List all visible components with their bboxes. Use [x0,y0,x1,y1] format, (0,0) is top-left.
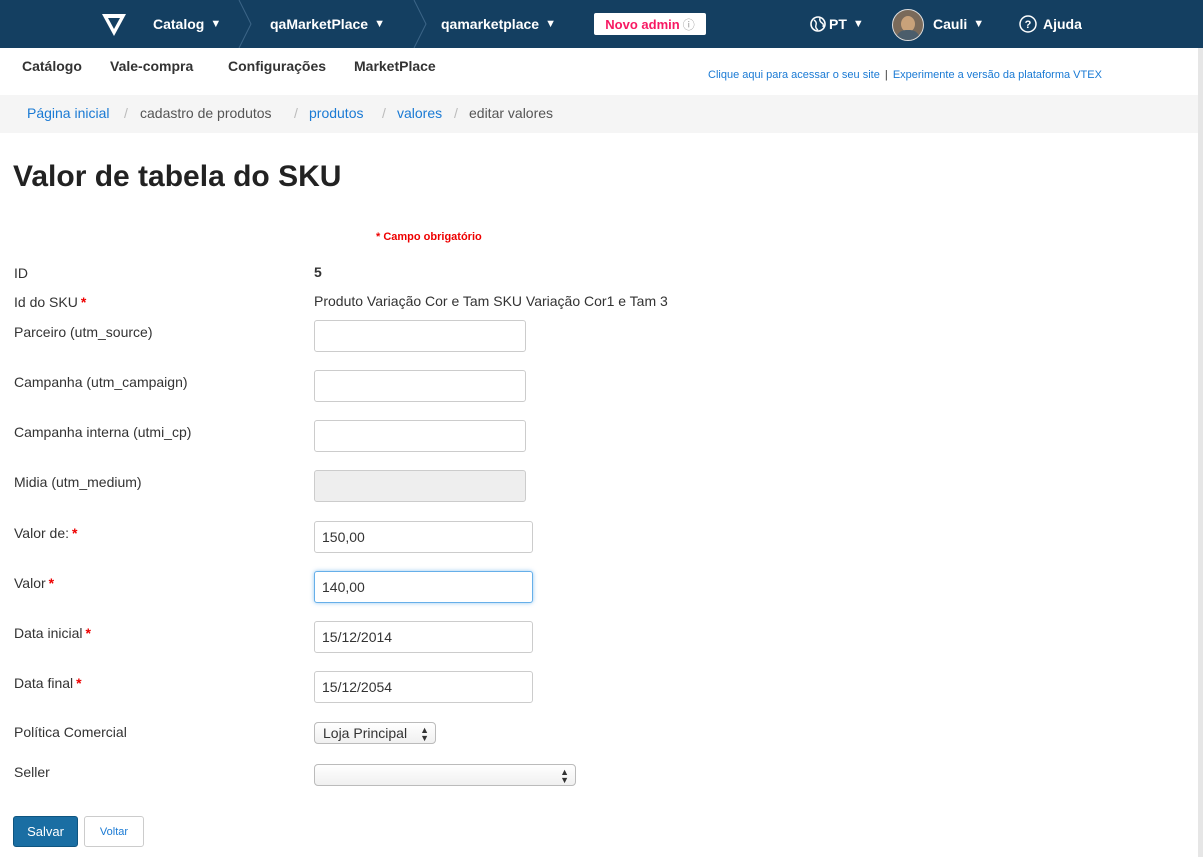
site-access-link[interactable]: Clique aqui para acessar o seu site [708,69,880,81]
avatar[interactable] [892,9,924,41]
breadcrumb-valores[interactable]: valores [397,105,442,121]
link-separator: | [884,69,888,81]
required-marker: * [80,294,87,310]
chevron-down-icon: ▼ [973,18,985,30]
language-label: PT [829,16,847,32]
help-circle-icon: ? [1019,15,1037,33]
chevron-down-icon: ▼ [374,18,385,30]
id-label: ID [14,265,28,281]
required-marker: * [85,625,91,641]
data-final-label-text: Data final [14,675,74,691]
breadcrumb-produtos[interactable]: produtos [309,105,363,121]
data-inicial-label-text: Data inicial [14,625,83,641]
midia-label: Midia (utm_medium) [14,474,142,490]
breadcrumb-separator: / [294,105,298,121]
user-menu-label: Cauli [933,16,968,32]
politica-comercial-select[interactable]: Loja Principal ▲ ▼ [314,722,436,744]
campanha-interna-input[interactable] [314,420,526,452]
seller-select[interactable]: ▲ ▼ [314,764,576,786]
id-value: 5 [314,264,322,280]
store-menu-label: qamarketplace [441,16,540,32]
nav-item-configuracoes[interactable]: Configurações [228,58,326,74]
valor-de-input[interactable] [314,521,533,553]
campanha-input[interactable] [314,370,526,402]
question-circle-icon: ⓘ [682,17,695,32]
nav-item-vale-compra[interactable]: Vale-compra [110,58,193,74]
secondary-navigation: Catálogo Vale-compra Configurações Marke… [0,48,1203,94]
store-menu[interactable]: qamarketplace ▼ [441,0,556,48]
valor-label-text: Valor [14,575,46,591]
valor-input[interactable] [314,571,533,603]
seller-label: Seller [14,764,50,780]
valor-de-label: Valor de: * [14,525,77,541]
select-arrows-icon: ▲ ▼ [420,725,429,743]
globe-icon [810,16,826,32]
breadcrumb-current: editar valores [469,105,554,121]
user-menu[interactable]: Cauli ▼ [933,0,984,48]
novo-admin-label: Novo admin [605,16,680,32]
catalog-menu[interactable]: Catalog ▼ [153,0,221,48]
breadcrumb-separator: / [124,105,128,121]
sku-id-label: Id do SKU * [14,294,86,310]
top-navigation-bar: Catalog ▼ qaMarketPlace ▼ qamarketplace … [0,0,1203,48]
breadcrumb: Página inicial / cadastro de produtos / … [0,95,1203,133]
campanha-label: Campanha (utm_campaign) [14,374,188,390]
save-button[interactable]: Salvar [13,816,78,847]
valor-label: Valor * [14,575,54,591]
required-field-note: * Campo obrigatório [376,231,482,243]
breadcrumb-cadastro: cadastro de produtos [140,105,272,121]
breadcrumb-separator: / [382,105,386,121]
breadcrumb-home[interactable]: Página inicial [27,105,110,121]
valor-de-label-text: Valor de: [14,525,69,541]
breadcrumb-separator: / [454,105,458,121]
midia-input [314,470,526,502]
sku-id-value: Produto Variação Cor e Tam SKU Variação … [314,293,668,309]
header-links: Clique aqui para acessar o seu site | Ex… [708,69,1203,81]
divider-chevron-icon [413,0,427,48]
parceiro-label: Parceiro (utm_source) [14,324,153,340]
parceiro-input[interactable] [314,320,526,352]
page-title: Valor de tabela do SKU [13,160,342,193]
platform-link[interactable]: Experimente a versão da plataforma VTEX [893,69,1102,81]
novo-admin-badge[interactable]: Novo admin ⓘ [594,13,706,35]
account-menu[interactable]: qaMarketPlace ▼ [270,0,385,48]
scrollbar[interactable] [1198,48,1203,857]
language-menu[interactable]: PT ▼ [810,0,864,48]
catalog-menu-label: Catalog [153,16,205,32]
politica-comercial-label: Política Comercial [14,724,127,740]
nav-item-marketplace[interactable]: MarketPlace [354,58,436,74]
account-menu-label: qaMarketPlace [270,16,369,32]
nav-item-catalogo[interactable]: Catálogo [22,58,82,74]
help-link[interactable]: ? Ajuda [1019,0,1082,48]
data-final-input[interactable] [314,671,533,703]
data-final-label: Data final * [14,675,82,691]
sku-id-label-text: Id do SKU [14,294,78,310]
chevron-down-icon: ▼ [545,18,556,30]
campanha-interna-label: Campanha interna (utmi_cp) [14,424,192,440]
chevron-down-icon: ▼ [210,18,222,30]
required-marker: * [76,675,82,691]
data-inicial-label: Data inicial * [14,625,91,641]
required-marker: * [72,525,78,541]
svg-text:?: ? [1025,19,1032,31]
data-inicial-input[interactable] [314,621,533,653]
required-marker: * [48,575,55,591]
chevron-down-icon: ▼ [852,18,864,30]
politica-comercial-value: Loja Principal [323,725,408,741]
help-label: Ajuda [1043,16,1082,32]
vtex-logo-icon[interactable] [100,10,128,38]
select-arrows-icon: ▲ ▼ [560,767,569,785]
back-button[interactable]: Voltar [84,816,144,847]
divider-chevron-icon [238,0,252,48]
